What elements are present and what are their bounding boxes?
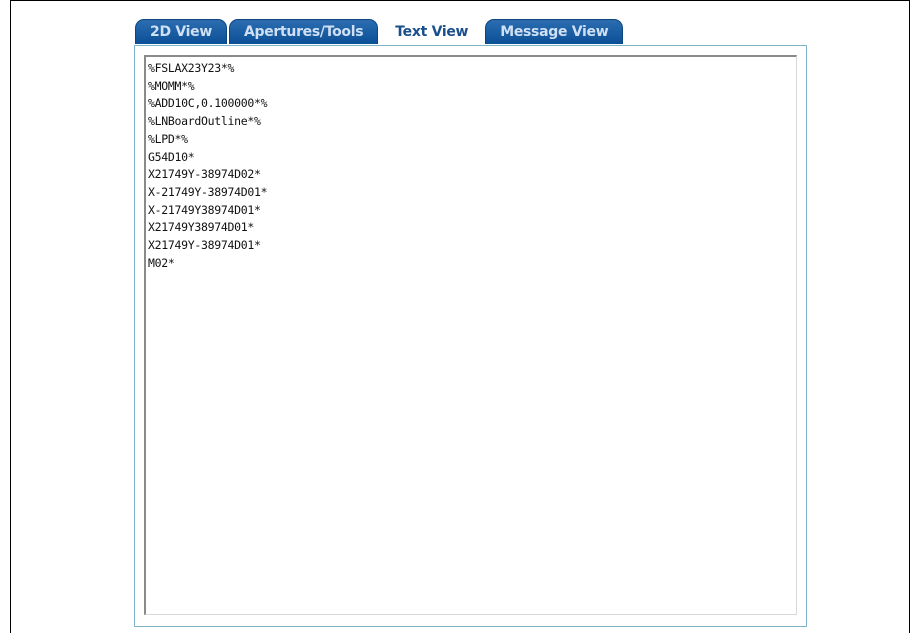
- code-line: X-21749Y-38974D01*: [148, 184, 268, 199]
- gerber-text-area[interactable]: %FSLAX23Y23*% %MOMM*% %ADD10C,0.100000*%…: [144, 55, 797, 615]
- code-line: X21749Y-38974D02*: [148, 167, 261, 182]
- tab-message-view[interactable]: Message View: [485, 19, 624, 44]
- code-line: %LNBoardOutline*%: [148, 114, 261, 129]
- code-line: M02*: [148, 255, 175, 270]
- tab-2d-view[interactable]: 2D View: [135, 19, 227, 44]
- tab-apertures-tools[interactable]: Apertures/Tools: [228, 19, 379, 44]
- text-view-panel: %FSLAX23Y23*% %MOMM*% %ADD10C,0.100000*%…: [134, 45, 807, 627]
- code-line: G54D10*: [148, 149, 195, 164]
- code-line: %ADD10C,0.100000*%: [148, 96, 268, 111]
- code-line: %LPD*%: [148, 131, 188, 146]
- code-line: %FSLAX23Y23*%: [148, 61, 235, 75]
- tab-text-view[interactable]: Text View: [380, 19, 484, 44]
- code-line: X-21749Y38974D01*: [148, 202, 261, 217]
- viewer-window: 2D View Apertures/Tools Text View Messag…: [10, 0, 910, 633]
- code-line: X21749Y-38974D01*: [148, 238, 261, 253]
- tab-bar: 2D View Apertures/Tools Text View Messag…: [135, 19, 624, 45]
- code-line: %MOMM*%: [148, 78, 195, 93]
- code-line: X21749Y38974D01*: [148, 220, 254, 235]
